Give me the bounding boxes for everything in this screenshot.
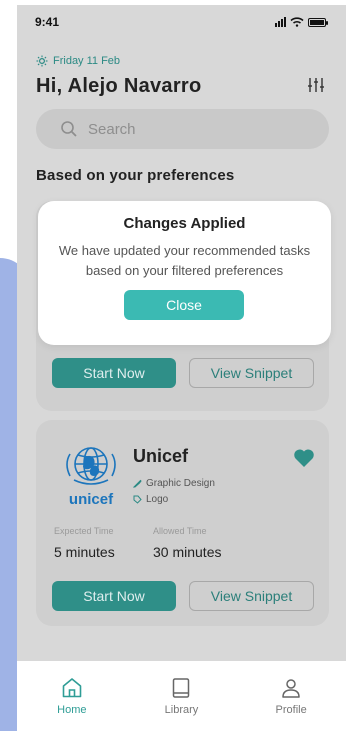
unicef-logo-text: unicef (69, 491, 114, 508)
book-icon (173, 678, 190, 698)
status-time: 9:41 (35, 15, 60, 29)
changes-applied-dialog: Changes Applied We have updated your rec… (38, 201, 331, 345)
start-now-button[interactable]: Start Now (52, 581, 176, 611)
filter-icon[interactable] (306, 75, 326, 95)
nav-item-library[interactable]: Library (146, 676, 216, 716)
date-row: Friday 11 Feb (36, 55, 120, 67)
start-now-button[interactable]: Start Now (52, 358, 176, 388)
battery-icon (308, 17, 328, 27)
sun-icon (36, 55, 48, 67)
allowed-time-label: Allowed Time (153, 526, 207, 536)
close-button[interactable]: Close (124, 290, 244, 320)
dialog-title: Changes Applied (123, 215, 246, 232)
tag-logo: Logo (133, 494, 168, 505)
view-snippet-button[interactable]: View Snippet (189, 581, 314, 611)
date-label: Friday 11 Feb (53, 55, 121, 67)
tag-graphic-design: Graphic Design (133, 478, 215, 489)
nav-item-profile[interactable]: Profile (256, 676, 326, 716)
status-bar: 9:41 (17, 5, 346, 39)
tag-icon (133, 495, 142, 504)
task-card: unicef Unicef Graphic Design Logo Expect… (36, 420, 329, 626)
view-snippet-button[interactable]: View Snippet (189, 358, 314, 388)
dialog-message: We have updated your recommended tasks b… (58, 243, 311, 278)
expected-time-value: 5 minutes (54, 544, 115, 560)
nav-item-home[interactable]: Home (37, 676, 107, 716)
section-title: Based on your preferences (36, 167, 235, 184)
search-input[interactable]: Search (36, 109, 329, 149)
greeting-title: Hi, Alejo Navarro (36, 75, 202, 97)
nav-label-profile: Profile (275, 704, 307, 716)
nav-label-library: Library (164, 704, 199, 716)
search-icon (61, 121, 77, 137)
signal-icon (275, 17, 286, 27)
phone-screen: 9:41 Friday 11 Feb Hi, Alejo Navarro Sea… (17, 5, 346, 731)
bottom-nav: Home Library Profile (17, 661, 346, 731)
search-placeholder: Search (88, 120, 136, 138)
company-name: Unicef (133, 446, 189, 466)
home-icon (62, 678, 82, 698)
heart-icon[interactable] (293, 448, 315, 468)
expected-time-label: Expected Time (54, 526, 114, 536)
status-icons (275, 17, 328, 27)
wifi-icon (290, 17, 304, 27)
allowed-time-value: 30 minutes (153, 544, 222, 560)
nav-label-home: Home (57, 704, 87, 716)
unicef-logo: unicef (66, 447, 116, 508)
brush-icon (133, 479, 142, 488)
user-icon (282, 679, 300, 698)
